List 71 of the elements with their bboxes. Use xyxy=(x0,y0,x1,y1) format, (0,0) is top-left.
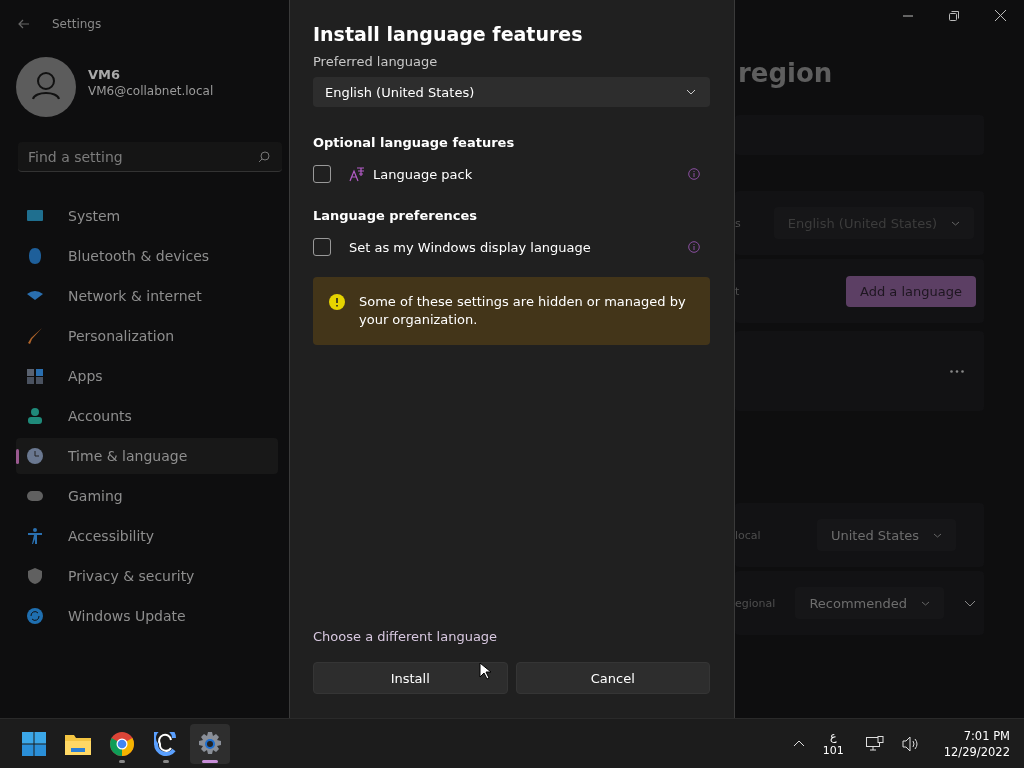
browser-icon xyxy=(110,731,134,756)
nav-item[interactable]: Personalization xyxy=(16,318,278,354)
dialog-title: Install language features xyxy=(313,22,584,47)
setting-label: t xyxy=(735,284,740,298)
update-icon xyxy=(26,607,44,625)
setting-dropdown[interactable]: Recommended xyxy=(795,587,944,619)
folder-icon xyxy=(65,732,91,755)
checkbox-label: Language pack xyxy=(373,166,474,182)
setting-dropdown[interactable]: United States xyxy=(816,519,956,551)
chevron-icon xyxy=(951,220,960,226)
more-icon[interactable] xyxy=(950,369,964,373)
cursor-icon xyxy=(479,662,491,680)
gear-icon xyxy=(198,731,222,756)
nav-item[interactable]: Time & language xyxy=(16,438,278,474)
app-title: Settings xyxy=(52,17,102,31)
nav-item[interactable]: Accounts xyxy=(16,398,278,434)
restore-icon[interactable] xyxy=(949,10,959,21)
user-name: VM6 xyxy=(88,66,122,82)
nav-item[interactable]: Accessibility xyxy=(16,518,278,554)
checkbox[interactable] xyxy=(313,165,331,183)
chevron-up-icon[interactable] xyxy=(792,740,805,747)
page-title: region xyxy=(737,58,834,88)
dialog-button[interactable]: Install xyxy=(313,662,508,694)
keyboard-layout[interactable]: 101 xyxy=(822,743,844,758)
nav-item[interactable]: Gaming xyxy=(16,478,278,514)
nav-item[interactable]: Privacy & security xyxy=(16,558,278,594)
time-icon xyxy=(26,447,44,465)
language-dropdown[interactable]: English (United States) xyxy=(313,77,710,107)
checkbox-label: Set as my Windows display language xyxy=(349,239,592,255)
clock-date[interactable]: 12/29/2022 xyxy=(943,743,1010,760)
network-icon[interactable] xyxy=(865,735,884,752)
nav-item[interactable]: Network & internet xyxy=(16,278,278,314)
apps-icon xyxy=(26,367,44,385)
clock-time[interactable]: 7:01 PM xyxy=(963,727,1010,744)
language-icon xyxy=(349,166,365,182)
accessibility-icon xyxy=(26,527,44,545)
section-heading: Language preferences xyxy=(313,208,479,223)
dialog-button[interactable]: Cancel xyxy=(515,662,710,694)
taskbar-app[interactable] xyxy=(190,723,230,764)
nav-item[interactable]: System xyxy=(16,198,278,234)
search-field[interactable]: Find a setting xyxy=(18,142,282,172)
field-label: Preferred language xyxy=(313,54,439,69)
keyboard-script[interactable]: ع xyxy=(829,729,837,744)
user-email: VM6@collabnet.local xyxy=(88,83,214,98)
nav-item[interactable]: Apps xyxy=(16,358,278,394)
windows-logo-icon xyxy=(22,731,46,756)
setting-label: egional xyxy=(735,596,776,610)
back-icon[interactable] xyxy=(18,19,30,29)
avatar-icon xyxy=(16,57,76,117)
chevron-icon xyxy=(921,600,930,606)
section-heading: Optional language features xyxy=(313,135,516,150)
shield-icon xyxy=(26,567,44,585)
c-letter-icon xyxy=(154,731,178,756)
setting-label: s xyxy=(735,216,741,230)
checkbox[interactable] xyxy=(313,238,331,256)
search-icon xyxy=(258,151,270,163)
warning-text: Some of these settings are hidden or managed by your organization. xyxy=(359,293,687,329)
nav-item[interactable]: Bluetooth & devices xyxy=(16,238,278,274)
setting-label: local xyxy=(735,528,761,542)
info-icon[interactable] xyxy=(688,241,700,253)
chevron-icon xyxy=(933,532,942,538)
volume-icon[interactable] xyxy=(901,735,920,752)
brush-icon xyxy=(26,327,44,345)
nav-item[interactable]: Windows Update xyxy=(16,598,278,634)
chevron-icon xyxy=(686,89,696,95)
accounts-icon xyxy=(26,407,44,425)
info-icon[interactable] xyxy=(688,168,700,180)
close-icon[interactable] xyxy=(995,10,1006,21)
expand-icon[interactable] xyxy=(964,599,976,607)
change-language-link[interactable]: Choose a different language xyxy=(313,629,498,644)
warning-icon xyxy=(329,294,345,310)
